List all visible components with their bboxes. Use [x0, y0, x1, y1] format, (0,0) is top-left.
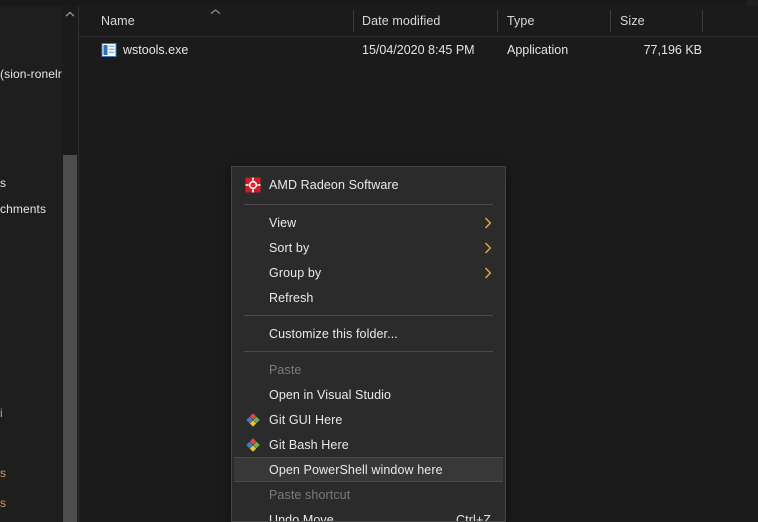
- nav-item[interactable]: s: [0, 466, 6, 480]
- column-header-type[interactable]: Type: [507, 6, 535, 36]
- menu-item-label: Open in Visual Studio: [269, 387, 392, 402]
- nav-scrollbar[interactable]: [62, 6, 78, 522]
- menu-item-label: View: [269, 215, 297, 230]
- menu-item-label: Group by: [269, 265, 322, 280]
- menu-item-git-bash-here[interactable]: Git Bash Here: [232, 432, 505, 457]
- nav-scrollbar-thumb[interactable]: [63, 155, 77, 522]
- nav-item[interactable]: s: [0, 496, 6, 510]
- menu-item-label: AMD Radeon Software: [269, 177, 399, 192]
- git-icon: [245, 412, 261, 428]
- git-icon: [245, 437, 261, 453]
- navigation-pane[interactable]: (sion-ronelr s chments i s s: [0, 6, 62, 522]
- chevron-up-icon[interactable]: [62, 6, 78, 22]
- context-menu[interactable]: AMD Radeon Software View Sort by Group b…: [231, 166, 506, 522]
- menu-item-amd-radeon-software[interactable]: AMD Radeon Software: [232, 170, 505, 199]
- menu-item-view[interactable]: View: [232, 210, 505, 235]
- column-header-size[interactable]: Size: [620, 6, 645, 36]
- menu-item-refresh[interactable]: Refresh: [232, 285, 505, 310]
- menu-item-label: Paste shortcut: [269, 487, 351, 502]
- nav-item[interactable]: (sion-ronelr: [0, 67, 62, 81]
- menu-item-paste: Paste: [232, 357, 505, 382]
- column-separator[interactable]: [702, 10, 703, 32]
- column-separator[interactable]: [610, 10, 611, 32]
- table-row[interactable]: wstools.exe 15/04/2020 8:45 PM Applicati…: [79, 36, 758, 64]
- nav-item[interactable]: s: [0, 176, 6, 190]
- column-header-name[interactable]: Name: [101, 6, 135, 36]
- menu-item-group-by[interactable]: Group by: [232, 260, 505, 285]
- amd-radeon-icon: [245, 177, 261, 193]
- sort-ascending-icon: [209, 8, 221, 16]
- menu-separator: [244, 204, 493, 205]
- menu-separator: [244, 351, 493, 352]
- file-date-modified-cell: 15/04/2020 8:45 PM: [362, 43, 475, 57]
- menu-item-label: Sort by: [269, 240, 310, 255]
- column-separator[interactable]: [353, 10, 354, 32]
- chevron-right-icon: [484, 266, 494, 279]
- file-size-cell: 77,196 KB: [643, 43, 702, 57]
- chevron-right-icon: [484, 241, 494, 254]
- menu-item-label: Undo Move: [269, 512, 334, 522]
- menu-item-label: Customize this folder...: [269, 326, 398, 341]
- chevron-right-icon: [484, 216, 494, 229]
- nav-item[interactable]: i: [0, 406, 3, 420]
- menu-item-label: Git GUI Here: [269, 412, 343, 427]
- menu-item-paste-shortcut: Paste shortcut: [232, 482, 505, 507]
- menu-item-open-powershell-window-here[interactable]: Open PowerShell window here: [234, 457, 503, 482]
- menu-item-label: Git Bash Here: [269, 437, 349, 452]
- menu-item-open-in-visual-studio[interactable]: Open in Visual Studio: [232, 382, 505, 407]
- menu-item-git-gui-here[interactable]: Git GUI Here: [232, 407, 505, 432]
- column-separator[interactable]: [497, 10, 498, 32]
- menu-separator: [244, 315, 493, 316]
- menu-item-undo-move[interactable]: Undo Move Ctrl+Z: [232, 507, 505, 522]
- menu-item-label: Refresh: [269, 290, 314, 305]
- menu-item-label: Open PowerShell window here: [269, 462, 443, 477]
- menu-item-label: Paste: [269, 362, 302, 377]
- nav-item[interactable]: chments: [0, 202, 46, 216]
- file-type-cell: Application: [507, 43, 569, 57]
- explorer-window: (sion-ronelr s chments i s s Name Date m…: [0, 0, 758, 522]
- application-exe-icon: [101, 42, 117, 58]
- menu-item-shortcut: Ctrl+Z: [456, 512, 491, 522]
- column-header-row: Name Date modified Type Size: [79, 6, 758, 37]
- file-name-cell[interactable]: wstools.exe: [123, 36, 188, 64]
- column-header-date-modified[interactable]: Date modified: [362, 6, 440, 36]
- menu-item-sort-by[interactable]: Sort by: [232, 235, 505, 260]
- menu-item-customize-this-folder[interactable]: Customize this folder...: [232, 321, 505, 346]
